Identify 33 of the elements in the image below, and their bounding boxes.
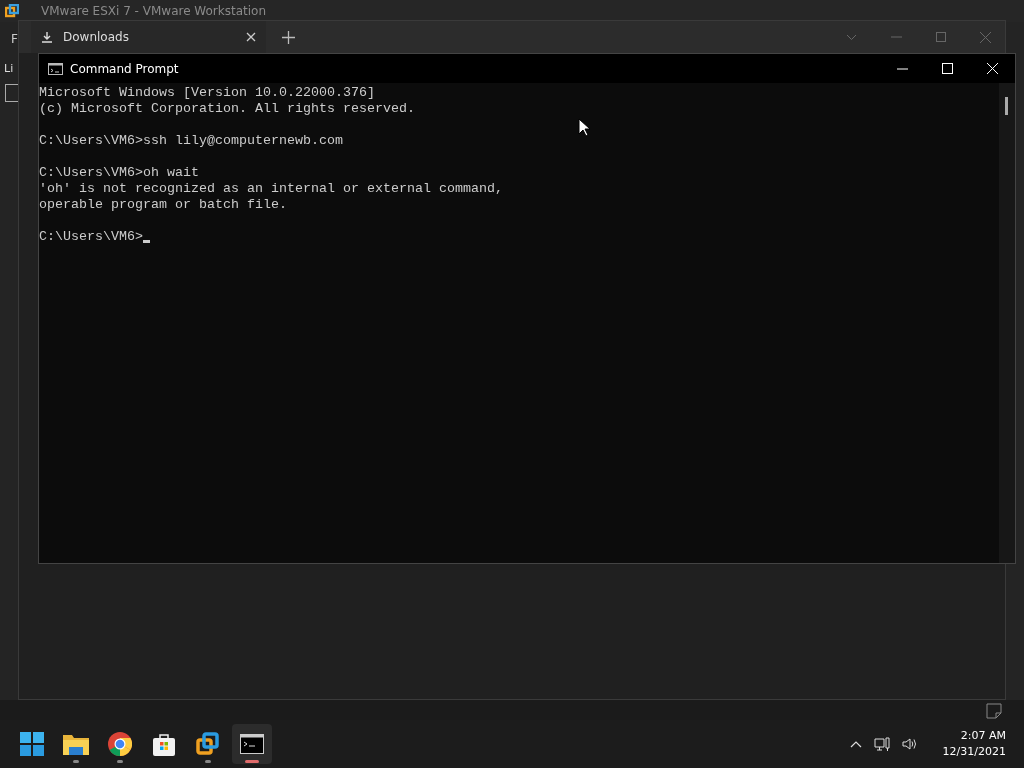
console-line: operable program or batch file. [39, 197, 287, 213]
console-line: C:\Users\VM6>oh wait [39, 165, 199, 181]
folder-icon [63, 733, 89, 755]
volume-icon[interactable] [901, 738, 917, 750]
overlapping-squares-icon [5, 4, 19, 18]
console-icon [240, 734, 264, 754]
shopping-bag-icon [152, 732, 176, 756]
chevron-up-icon[interactable] [849, 740, 862, 748]
chevron-down-icon[interactable] [846, 33, 857, 41]
console-line: C:\Users\VM6> [39, 229, 143, 245]
mouse-pointer-icon [578, 118, 590, 137]
console-line: (c) Microsoft Corporation. All rights reserved. [39, 101, 415, 117]
windows-icon [20, 732, 44, 756]
note-icon[interactable] [986, 703, 1002, 719]
browser-icon [108, 732, 132, 756]
console-line: 'oh' is not recognized as an internal or external command, [39, 181, 503, 197]
tab[interactable]: Downloads [31, 21, 266, 53]
scrollbar[interactable] [999, 83, 1015, 563]
library-label: Li [4, 62, 14, 75]
scrollbar-thumb[interactable] [1005, 97, 1008, 115]
window-title: VMware ESXi 7 - VMware Workstation [41, 4, 267, 18]
clock-date[interactable]: 12/31/2021 [942, 744, 1006, 760]
download-icon [41, 31, 53, 43]
window-title: Command Prompt [70, 61, 179, 76]
clock-time[interactable]: 2:07 AM [960, 728, 1006, 744]
console-line: C:\Users\VM6>ssh lily@computernewb.com [39, 133, 343, 149]
network-icon[interactable] [873, 736, 890, 752]
taskbar-app[interactable] [232, 724, 272, 764]
new-tab-icon[interactable] [282, 30, 295, 44]
console-icon [48, 62, 63, 75]
console-line: Microsoft Windows [Version 10.0.22000.376] [39, 85, 375, 101]
menu-item[interactable]: F [11, 32, 18, 46]
overlapping-squares-icon [196, 732, 220, 756]
